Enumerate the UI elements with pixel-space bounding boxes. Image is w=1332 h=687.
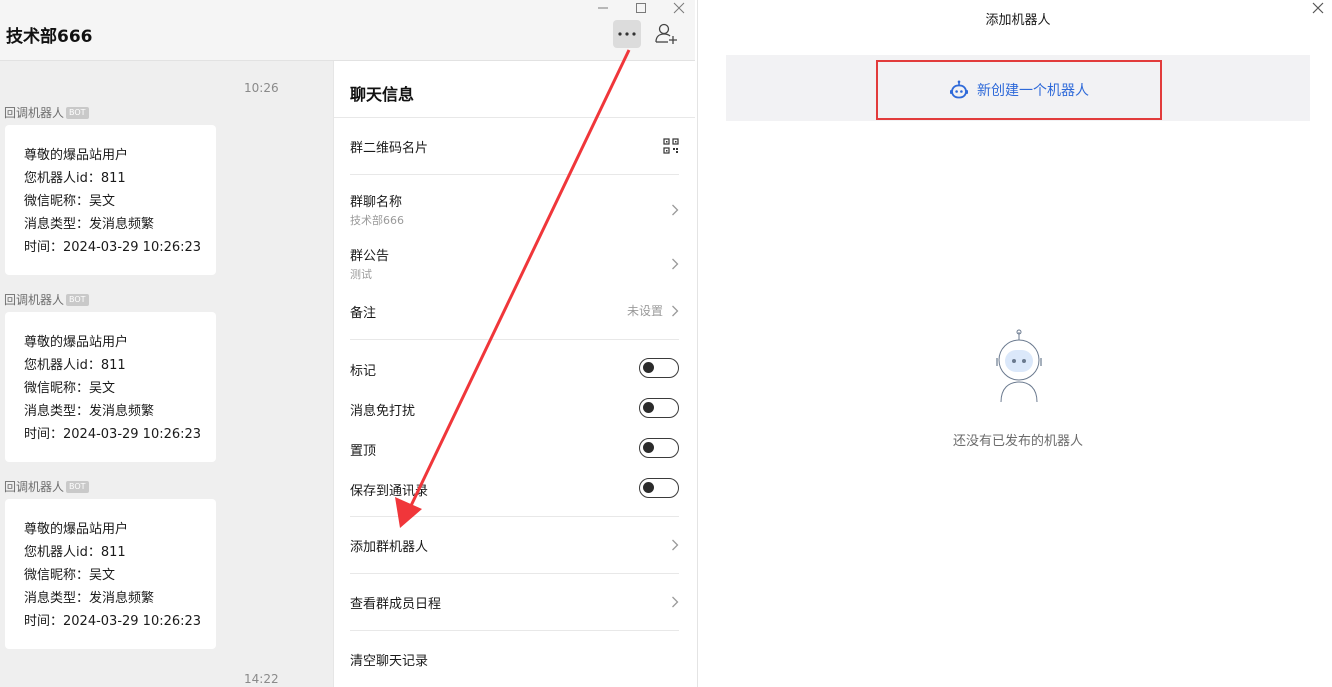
add-member-button[interactable] xyxy=(654,22,680,46)
chat-info-panel: 聊天信息 群二维码名片 群聊名称 技术部666 群公告 测试 备注 未设置 标记… xyxy=(333,61,695,687)
maximize-icon[interactable] xyxy=(635,2,647,14)
create-bot-label: 新创建一个机器人 xyxy=(977,83,1089,99)
more-options-button[interactable] xyxy=(613,20,641,48)
chevron-right-icon xyxy=(672,258,679,270)
row-label: 消息免打扰 xyxy=(350,404,416,419)
row-value: 技术部666 xyxy=(350,214,404,227)
toggle-knob xyxy=(643,482,654,493)
mute-toggle[interactable] xyxy=(639,398,679,418)
row-label: 群二维码名片 xyxy=(350,141,429,156)
time-divider: 10:26 xyxy=(244,81,279,95)
pin-row: 置顶 xyxy=(350,438,679,460)
chevron-right-icon xyxy=(672,305,679,317)
message-line: 微信昵称：吴文 xyxy=(24,194,116,209)
row-label: 清空聊天记录 xyxy=(350,654,429,669)
toggle-knob xyxy=(643,362,654,373)
sender-name: 回调机器人 xyxy=(4,480,65,494)
message-line: 时间：2024-03-29 10:26:23 xyxy=(24,240,202,255)
divider xyxy=(350,339,679,340)
message-line: 消息类型：发消息频繁 xyxy=(24,217,155,232)
row-label: 标记 xyxy=(350,364,377,379)
message-line: 尊敬的爆品站用户 xyxy=(24,148,129,163)
row-label: 备注 xyxy=(350,306,377,321)
message-line: 微信昵称：吴文 xyxy=(24,568,116,583)
bot-badge: BOT xyxy=(66,293,89,306)
message-bubble[interactable]: 尊敬的爆品站用户 您机器人id：811 微信昵称：吴文 消息类型：发消息频繁 时… xyxy=(5,125,216,275)
chevron-right-icon xyxy=(672,204,679,216)
more-dots-icon xyxy=(618,32,636,36)
message-line: 您机器人id：811 xyxy=(24,358,126,373)
minimize-icon[interactable] xyxy=(597,2,609,14)
qr-code-icon xyxy=(663,138,679,154)
sender-name: 回调机器人 xyxy=(4,293,65,307)
message-line: 您机器人id：811 xyxy=(24,545,126,560)
robot-illustration-icon xyxy=(996,329,1042,403)
message-line: 时间：2024-03-29 10:26:23 xyxy=(24,427,202,442)
row-value: 未设置 xyxy=(626,304,663,318)
message-line: 消息类型：发消息频繁 xyxy=(24,404,155,419)
toggle-knob xyxy=(643,402,654,413)
toggle-knob xyxy=(643,442,654,453)
sender-name: 回调机器人 xyxy=(4,106,65,120)
mark-row: 标记 xyxy=(350,358,679,380)
pin-toggle[interactable] xyxy=(639,438,679,458)
chevron-right-icon xyxy=(672,596,679,608)
clear-history-row[interactable]: 清空聊天记录 xyxy=(350,650,679,670)
add-group-bot-row[interactable]: 添加群机器人 xyxy=(350,536,679,556)
add-user-icon xyxy=(655,23,677,44)
message-line: 尊敬的爆品站用户 xyxy=(24,522,129,537)
chevron-right-icon xyxy=(672,539,679,551)
bot-badge: BOT xyxy=(66,480,89,493)
row-label: 群聊名称 xyxy=(350,195,403,210)
row-label: 查看群成员日程 xyxy=(350,597,442,612)
mark-toggle[interactable] xyxy=(639,358,679,378)
create-bot-bar: 新创建一个机器人 xyxy=(726,55,1310,121)
qr-card-row[interactable]: 群二维码名片 xyxy=(350,137,679,157)
divider xyxy=(350,174,679,175)
chat-message-area[interactable]: 10:26 回调机器人 BOT 尊敬的爆品站用户 您机器人id：811 微信昵称… xyxy=(0,61,333,687)
message-sender: 回调机器人 BOT xyxy=(4,291,89,308)
group-title: 技术部666 xyxy=(6,27,93,47)
row-label: 保存到通讯录 xyxy=(350,484,429,499)
row-label: 置顶 xyxy=(350,444,377,459)
row-value: 测试 xyxy=(350,268,372,281)
time-divider: 14:22 xyxy=(244,672,279,686)
divider xyxy=(350,630,679,631)
message-line: 微信昵称：吴文 xyxy=(24,381,116,396)
empty-state-text: 还没有已发布的机器人 xyxy=(952,434,1083,449)
create-bot-button[interactable]: 新创建一个机器人 xyxy=(876,60,1162,120)
message-line: 您机器人id：811 xyxy=(24,171,126,186)
group-name-row[interactable]: 群聊名称 技术部666 xyxy=(350,191,679,229)
divider xyxy=(350,516,679,517)
divider xyxy=(334,117,695,118)
dialog-title: 添加机器人 xyxy=(985,13,1051,28)
message-bubble[interactable]: 尊敬的爆品站用户 您机器人id：811 微信昵称：吴文 消息类型：发消息频繁 时… xyxy=(5,499,216,649)
save-contacts-toggle[interactable] xyxy=(639,478,679,498)
save-contacts-row: 保存到通讯录 xyxy=(350,478,679,500)
robot-icon xyxy=(950,80,968,99)
message-line: 尊敬的爆品站用户 xyxy=(24,335,129,350)
message-sender: 回调机器人 BOT xyxy=(4,478,89,495)
add-bot-dialog: 添加机器人 新创建一个机器人 还没有已发布的机器人 xyxy=(697,0,1332,687)
close-icon[interactable] xyxy=(1312,2,1324,14)
chat-window: 技术部666 10:26 回调机器人 BOT 尊敬的爆品站用户 您机器人id：8… xyxy=(0,0,695,687)
message-sender: 回调机器人 BOT xyxy=(4,104,89,121)
message-line: 时间：2024-03-29 10:26:23 xyxy=(24,614,202,629)
remark-row[interactable]: 备注 未设置 xyxy=(350,302,679,322)
announcement-row[interactable]: 群公告 测试 xyxy=(350,245,679,283)
member-schedule-row[interactable]: 查看群成员日程 xyxy=(350,593,679,613)
chat-header: 技术部666 xyxy=(0,0,695,61)
row-label: 群公告 xyxy=(350,249,390,264)
message-line: 消息类型：发消息频繁 xyxy=(24,591,155,606)
window-controls xyxy=(597,0,685,16)
mute-row: 消息免打扰 xyxy=(350,398,679,420)
close-icon[interactable] xyxy=(673,2,685,14)
row-label: 添加群机器人 xyxy=(350,540,429,555)
message-bubble[interactable]: 尊敬的爆品站用户 您机器人id：811 微信昵称：吴文 消息类型：发消息频繁 时… xyxy=(5,312,216,462)
bot-badge: BOT xyxy=(66,106,89,119)
panel-title: 聊天信息 xyxy=(350,85,415,104)
divider xyxy=(350,573,679,574)
